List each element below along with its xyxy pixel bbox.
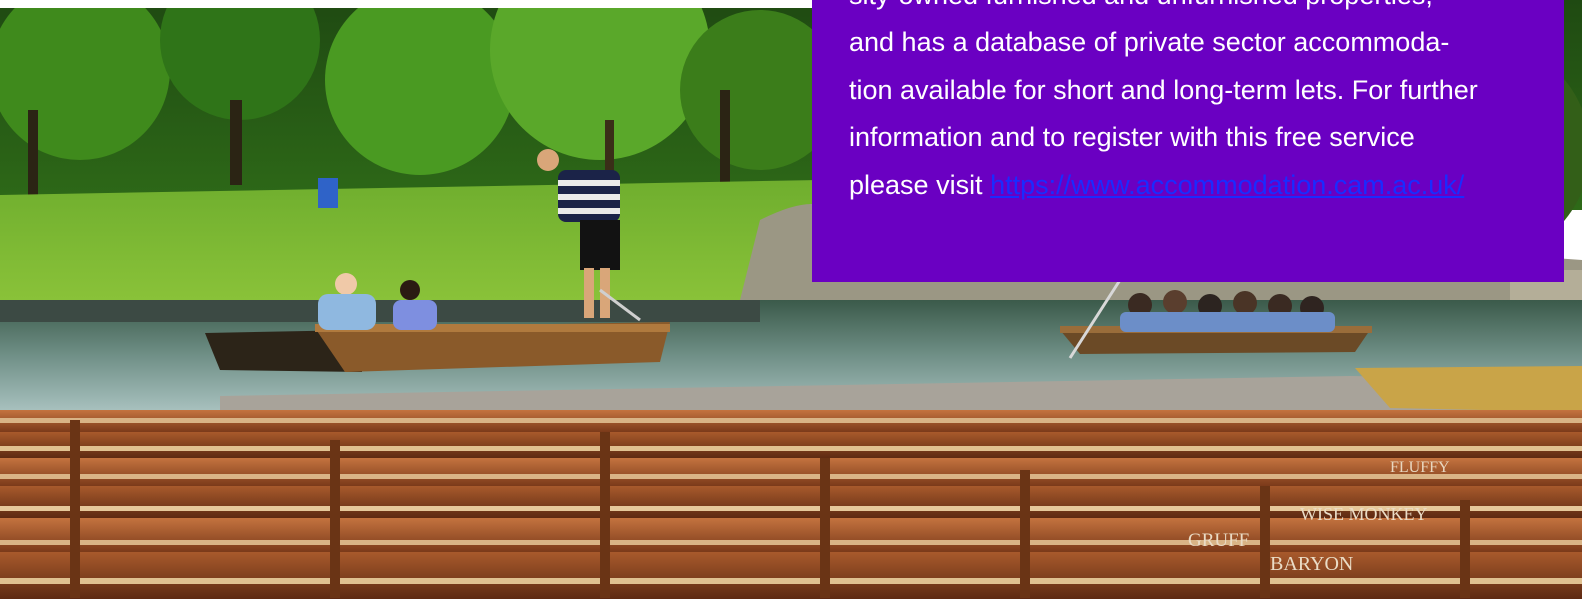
punt-rail	[0, 446, 1582, 451]
info-line-prefix: please visit	[849, 169, 991, 200]
moored-punt	[0, 432, 1582, 458]
river-wall	[0, 300, 760, 322]
boat-name: GRUFF	[1188, 530, 1249, 551]
top-white-strip	[0, 0, 820, 8]
punter-shirt-stripe	[558, 194, 620, 200]
info-line: information and to register with this fr…	[849, 122, 1415, 152]
accommodation-info-panel: sity-owned furnished and unfurnished pro…	[812, 0, 1564, 282]
tree-trunk	[720, 90, 730, 185]
tree-trunk	[28, 110, 38, 200]
person-head	[400, 280, 420, 300]
moored-punt	[0, 458, 1582, 486]
tree-trunk	[230, 100, 242, 185]
punt-rail	[0, 474, 1582, 479]
passenger-bodies	[1120, 312, 1335, 332]
boat-name: WISE MONKEY	[1300, 504, 1428, 524]
moored-punt-yellow	[1355, 366, 1582, 412]
punt-rail	[0, 540, 1582, 545]
bench	[318, 178, 338, 208]
person-body	[318, 294, 376, 330]
info-line: tion available for short and long-term l…	[849, 74, 1478, 105]
boat-name: BARYON	[1270, 553, 1353, 575]
info-line: and has a database of private sector acc…	[849, 27, 1450, 57]
punter-shirt-stripe	[558, 180, 620, 186]
punter-shirt-stripe	[558, 208, 620, 214]
punt-rail	[0, 418, 1582, 423]
boat-name: FLUFFY	[1390, 459, 1450, 476]
passenger	[1163, 290, 1187, 314]
info-line-last: please visit https://www.accommodation.c…	[849, 162, 1530, 210]
info-paragraph: sity-owned furnished and unfurnished pro…	[849, 0, 1530, 209]
person-body	[393, 300, 437, 330]
punt-rail	[0, 578, 1582, 584]
page: FLUFFY WISE MONKEY GRUFF BARYON sity-own…	[0, 0, 1582, 599]
punter-leg	[584, 268, 594, 318]
passenger	[1233, 291, 1257, 315]
accommodation-link[interactable]: https://www.accommodation.cam.ac.uk/	[990, 170, 1464, 200]
person-head	[335, 273, 357, 295]
info-line: sity-owned furnished and unfurnished pro…	[849, 0, 1530, 19]
punter-shorts	[580, 220, 620, 270]
punter-head	[537, 149, 559, 171]
